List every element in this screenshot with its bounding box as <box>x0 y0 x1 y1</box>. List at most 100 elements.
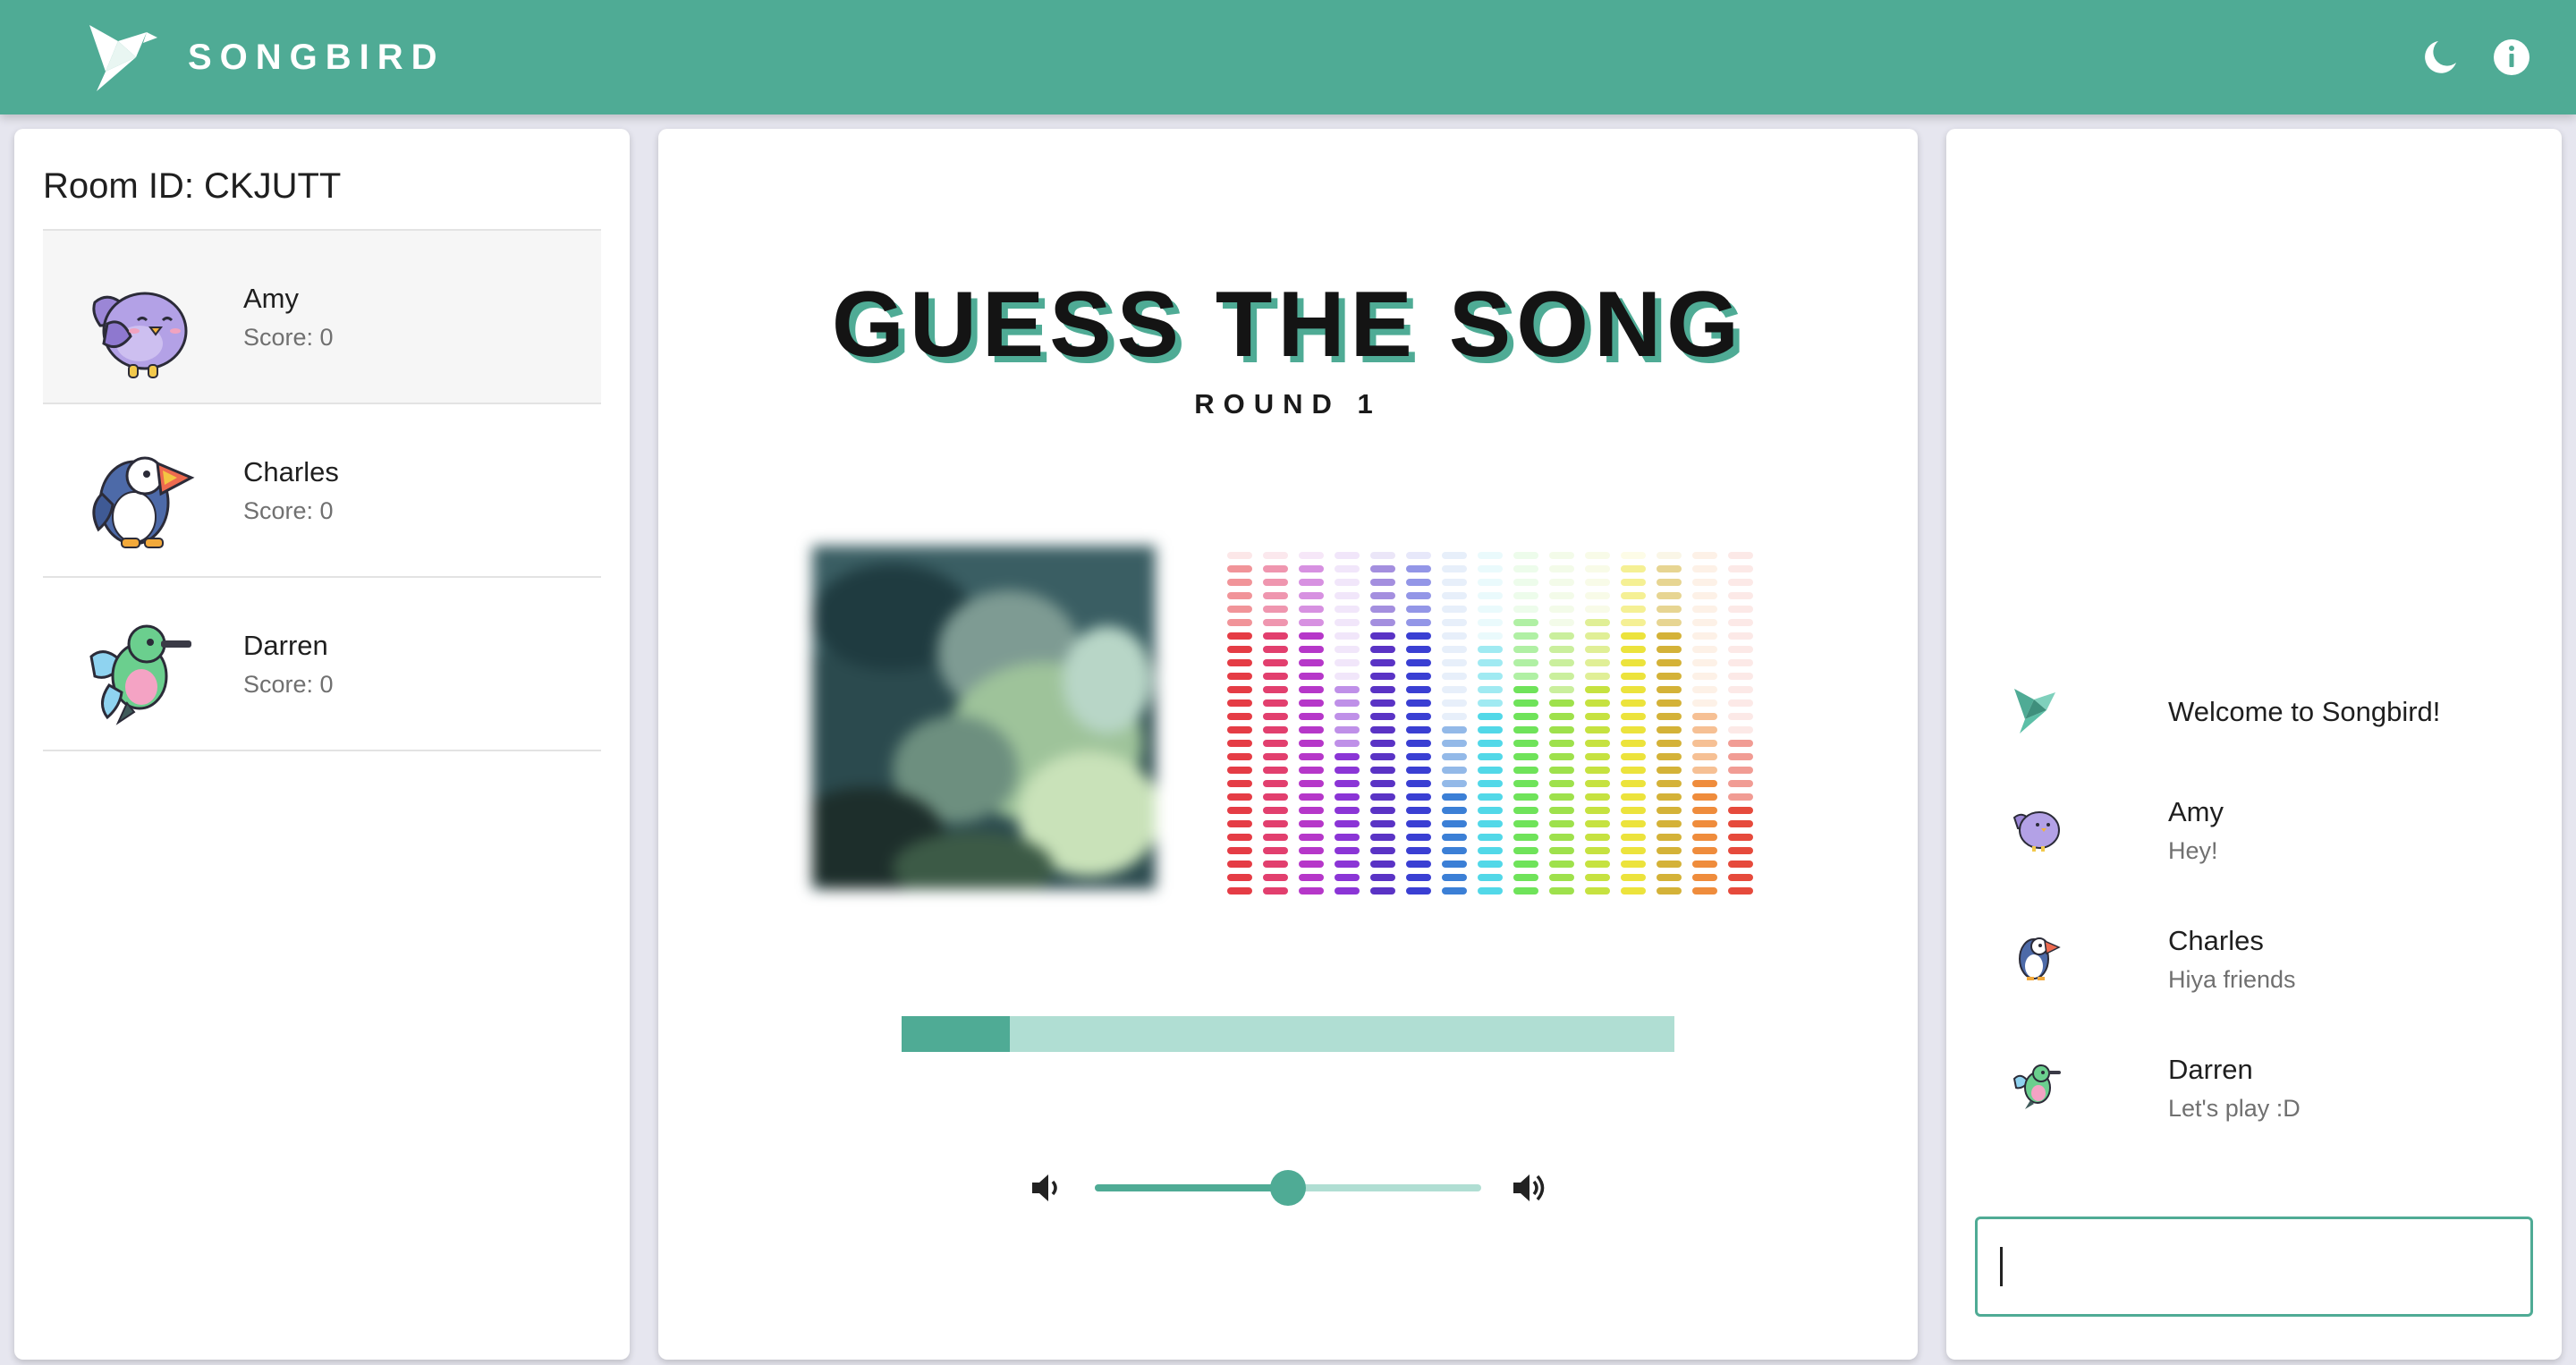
visualizer-segment <box>1657 861 1682 868</box>
volume-down-button[interactable] <box>1027 1168 1066 1208</box>
visualizer-segment <box>1299 793 1324 801</box>
visualizer-segment <box>1692 592 1717 599</box>
visualizer-segment <box>1263 834 1288 841</box>
visualizer-segment <box>1621 847 1646 854</box>
volume-up-button[interactable] <box>1510 1168 1549 1208</box>
visualizer-segment <box>1692 767 1717 774</box>
visualizer-segment <box>1406 807 1431 814</box>
visualizer-segment <box>1263 726 1288 733</box>
visualizer-segment <box>1442 874 1467 881</box>
visualizer-segment <box>1728 579 1753 586</box>
dark-mode-button[interactable] <box>2419 36 2462 79</box>
visualizer-segment <box>1728 619 1753 626</box>
visualizer-segment <box>1370 659 1395 666</box>
visualizer-segment <box>1299 565 1324 572</box>
visualizer-segment <box>1692 646 1717 653</box>
visualizer-segment <box>1442 646 1467 653</box>
chat-message-text: Welcome to Songbird! <box>2168 696 2441 727</box>
visualizer-segment <box>1513 673 1538 680</box>
volume-slider[interactable] <box>1095 1170 1481 1206</box>
visualizer-segment <box>1299 579 1324 586</box>
visualizer-segment <box>1442 753 1467 760</box>
visualizer-segment <box>1585 579 1610 586</box>
visualizer-segment <box>1692 565 1717 572</box>
visualizer-segment <box>1513 686 1538 693</box>
visualizer-segment <box>1728 847 1753 854</box>
visualizer-segment <box>1657 767 1682 774</box>
visualizer-segment <box>1406 606 1431 613</box>
visualizer-segment <box>1585 713 1610 720</box>
visualizer-segment <box>1692 753 1717 760</box>
visualizer-segment <box>1406 579 1431 586</box>
visualizer-segment <box>1227 659 1252 666</box>
visualizer-segment <box>1335 874 1360 881</box>
visualizer-segment <box>1299 726 1324 733</box>
player-item-amy[interactable]: Amy Score: 0 <box>43 231 601 404</box>
visualizer-segment <box>1263 740 1288 747</box>
visualizer-segment <box>1621 726 1646 733</box>
visualizer-segment <box>1263 713 1288 720</box>
visualizer-segment <box>1657 874 1682 881</box>
visualizer-segment <box>1621 780 1646 787</box>
visualizer-segment <box>1728 592 1753 599</box>
visualizer-segment <box>1728 552 1753 559</box>
visualizer-segment <box>1442 592 1467 599</box>
visualizer-segment <box>1442 552 1467 559</box>
visualizer-segment <box>1299 673 1324 680</box>
visualizer-segment <box>1585 740 1610 747</box>
visualizer-segment <box>1370 699 1395 707</box>
visualizer-segment <box>1370 740 1395 747</box>
visualizer-segment <box>1549 659 1574 666</box>
chat-input[interactable] <box>1975 1217 2533 1317</box>
visualizer-segment <box>1549 834 1574 841</box>
player-item-darren[interactable]: Darren Score: 0 <box>43 578 601 751</box>
visualizer-segment <box>1478 726 1503 733</box>
visualizer-segment <box>1335 646 1360 653</box>
visualizer-segment <box>1513 659 1538 666</box>
hummingbird-icon <box>2012 1064 2061 1109</box>
visualizer-segment <box>1263 619 1288 626</box>
visualizer-segment <box>1585 874 1610 881</box>
visualizer-segment <box>1335 686 1360 693</box>
visualizer-segment <box>1478 565 1503 572</box>
visualizer-segment <box>1335 552 1360 559</box>
visualizer-segment <box>1513 592 1538 599</box>
info-button[interactable] <box>2490 36 2533 79</box>
chat-message-text: Hey! <box>2168 837 2218 864</box>
visualizer-segment <box>1585 686 1610 693</box>
visualizer-segment <box>1370 753 1395 760</box>
visualizer-segment <box>1621 579 1646 586</box>
visualizer-segment <box>1585 632 1610 640</box>
player-list: Amy Score: 0 Charles Score: 0 Darren Sco… <box>43 229 601 751</box>
visualizer-segment <box>1335 659 1360 666</box>
visualizer-segment <box>1692 726 1717 733</box>
volume-slider-thumb[interactable] <box>1270 1170 1306 1206</box>
visualizer-segment <box>1549 753 1574 760</box>
visualizer-segment <box>1728 861 1753 868</box>
visualizer-segment <box>1478 807 1503 814</box>
visualizer-segment <box>1299 887 1324 894</box>
visualizer-segment <box>1692 699 1717 707</box>
visualizer-segment <box>1227 699 1252 707</box>
visualizer-segment <box>1335 673 1360 680</box>
visualizer-segment <box>1227 619 1252 626</box>
visualizer-segment <box>1370 673 1395 680</box>
visualizer-segment <box>1406 686 1431 693</box>
visualizer-segment <box>1406 592 1431 599</box>
visualizer-segment <box>1227 673 1252 680</box>
brand[interactable]: SONGBIRD <box>84 20 445 95</box>
visualizer-segment <box>1263 592 1288 599</box>
visualizer-segment <box>1263 699 1288 707</box>
chat-message-sender: Darren <box>2168 1054 2253 1085</box>
visualizer-segment <box>1549 820 1574 827</box>
visualizer-segment <box>1513 713 1538 720</box>
visualizer-segment <box>1657 713 1682 720</box>
visualizer-segment <box>1513 579 1538 586</box>
audio-visualizer <box>1227 552 1753 894</box>
visualizer-segment <box>1621 699 1646 707</box>
visualizer-segment <box>1513 552 1538 559</box>
visualizer-segment <box>1335 793 1360 801</box>
chat-panel: Welcome to Songbird! Amy Hey! Charles Hi… <box>1946 129 2562 1360</box>
player-item-charles[interactable]: Charles Score: 0 <box>43 404 601 578</box>
visualizer-segment <box>1227 861 1252 868</box>
